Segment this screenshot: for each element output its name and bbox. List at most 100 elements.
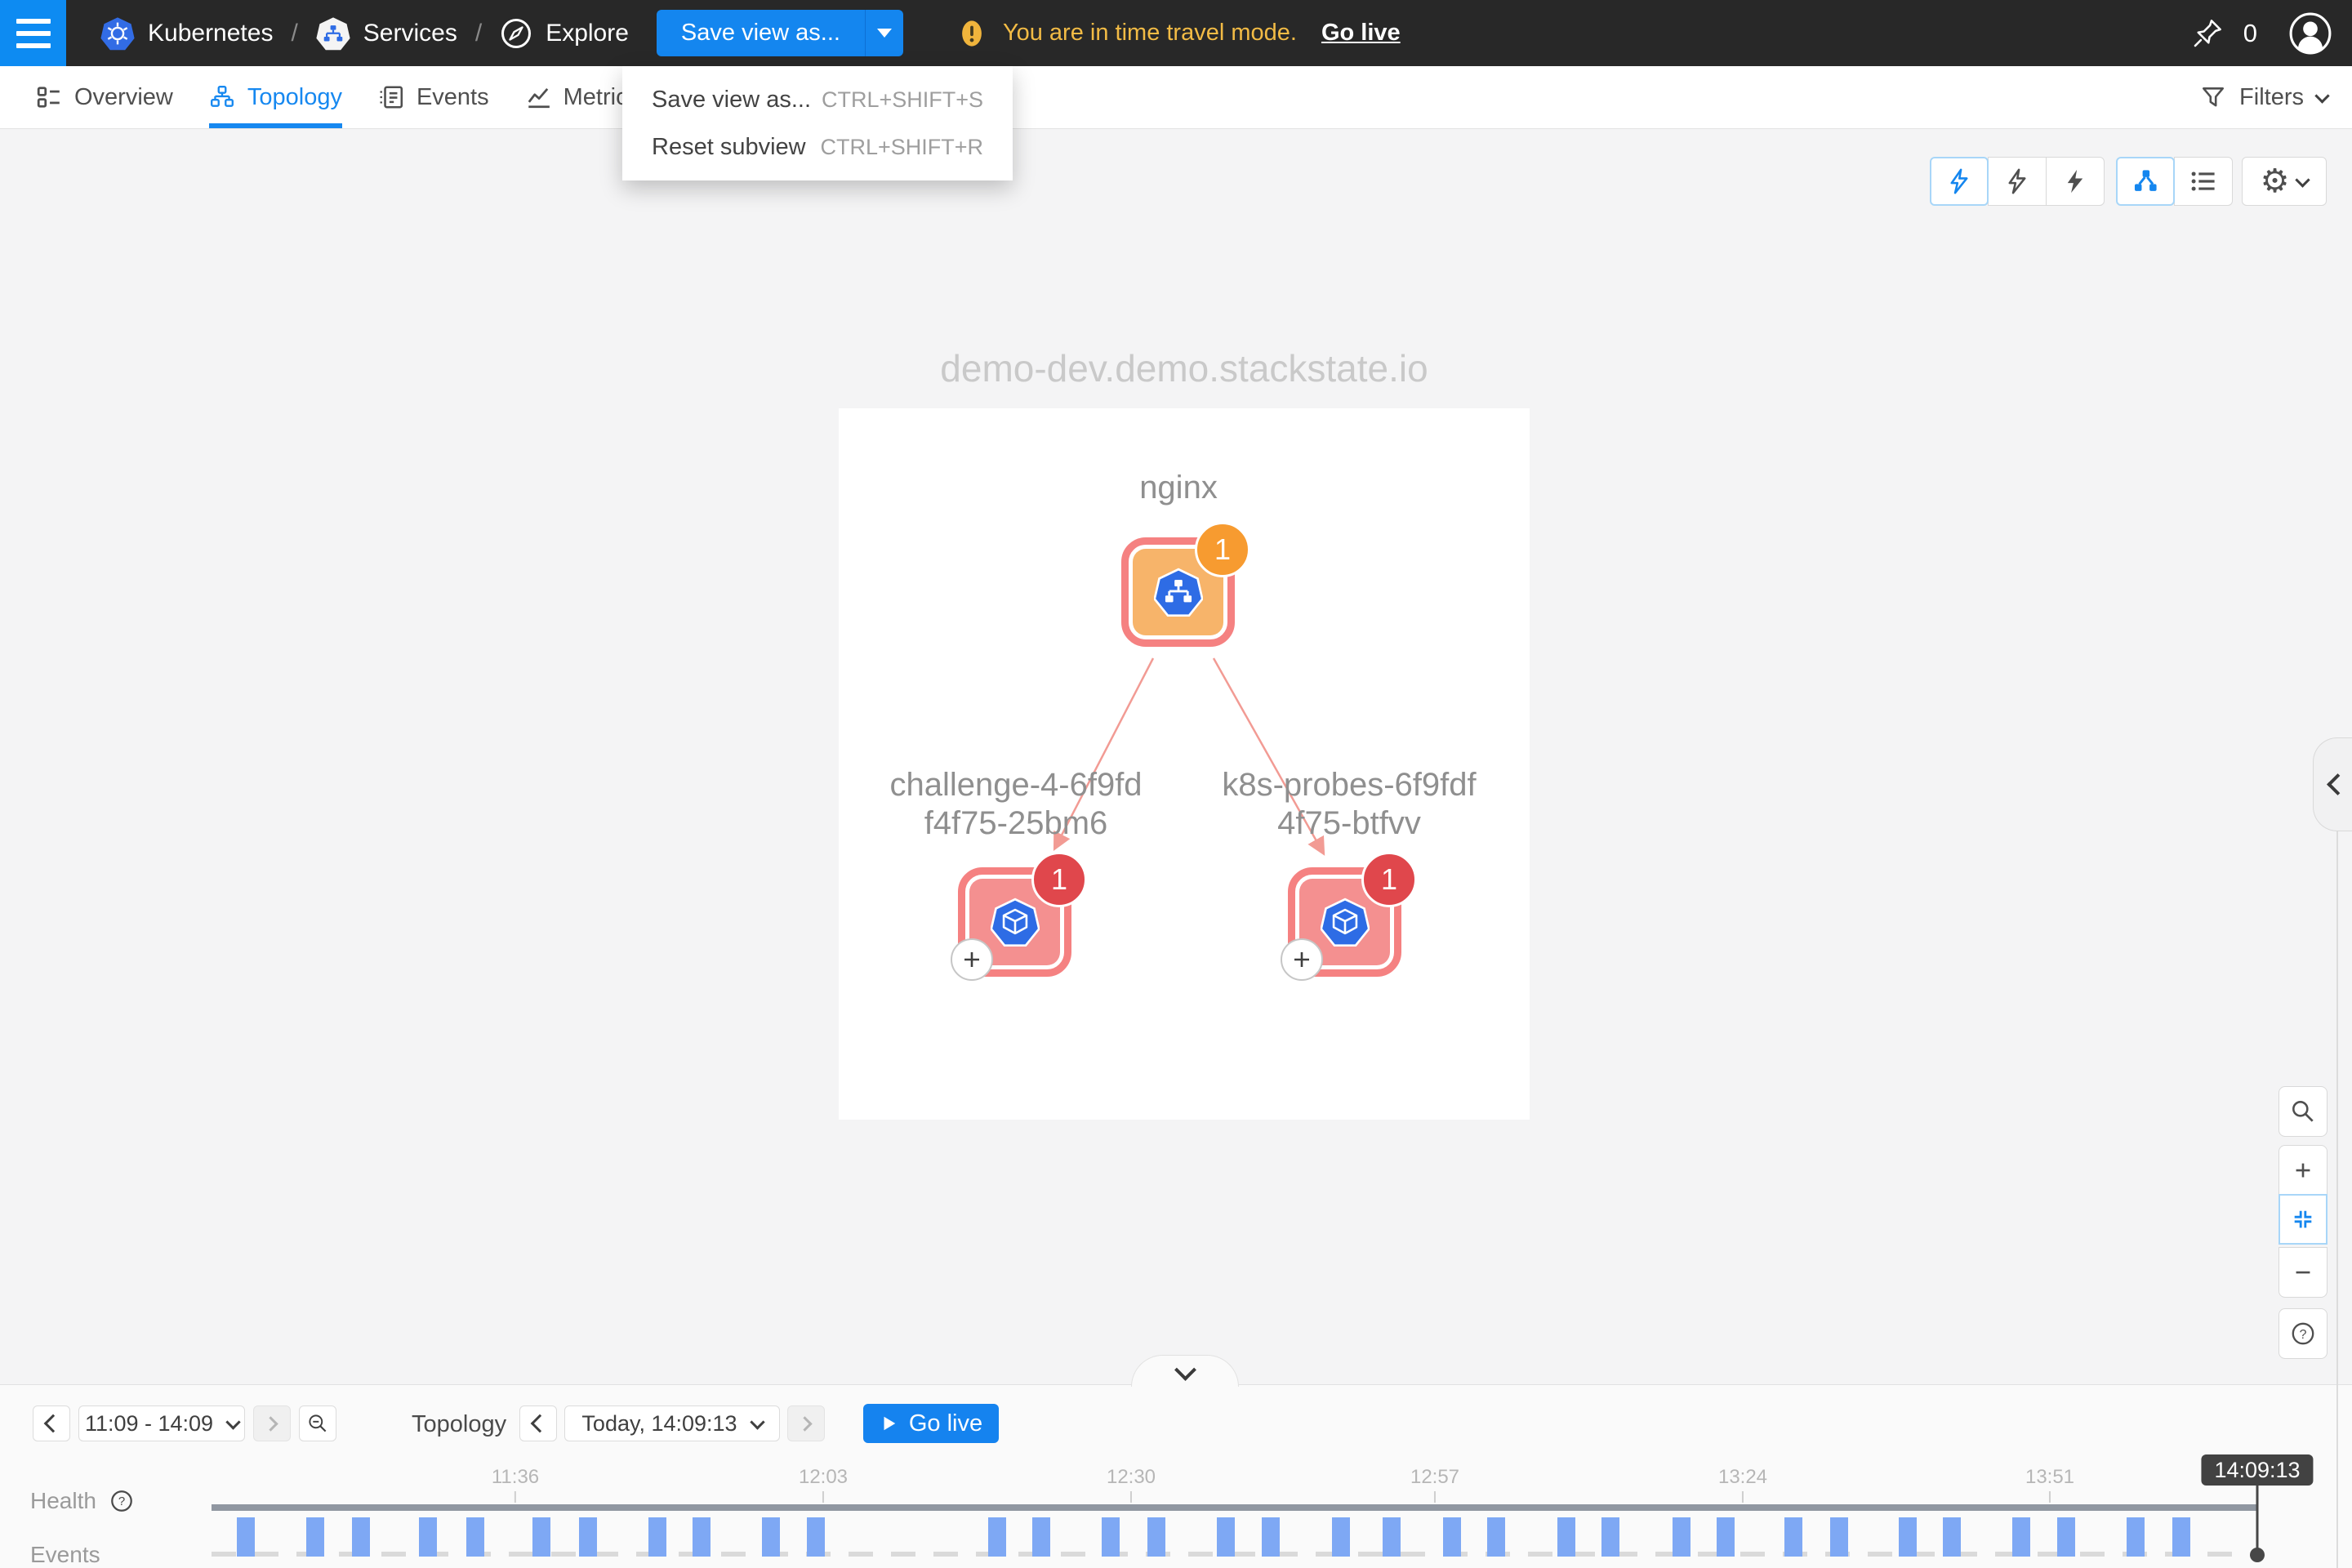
health-help-icon[interactable]: ? (109, 1489, 134, 1513)
event-bar[interactable] (648, 1517, 666, 1557)
expand-node-button[interactable] (1281, 938, 1323, 981)
save-view-as-button[interactable]: Save view as... (657, 10, 865, 56)
play-icon (880, 1414, 898, 1432)
menu-item-save-view-as[interactable]: Save view as... CTRL+SHIFT+S (622, 76, 1013, 123)
time-range-back-button[interactable] (33, 1405, 70, 1441)
event-bar[interactable] (1784, 1517, 1802, 1557)
critical-badge[interactable]: 1 (1361, 852, 1417, 907)
current-time-marker[interactable] (2256, 1483, 2259, 1555)
gear-icon: ⚙ (2261, 165, 2290, 198)
zoom-in-button[interactable] (2278, 1145, 2328, 1196)
graph-view-button[interactable] (2116, 157, 2175, 206)
snapshot-time-dropdown[interactable]: Today, 14:09:13 (564, 1405, 780, 1441)
event-bar[interactable] (1217, 1517, 1235, 1557)
event-bar[interactable] (1943, 1517, 1961, 1557)
event-bar[interactable] (466, 1517, 484, 1557)
current-time-marker-dot[interactable] (2250, 1548, 2265, 1562)
event-bar[interactable] (1332, 1517, 1350, 1557)
tab-label: Topology (247, 84, 342, 111)
go-live-link[interactable]: Go live (1321, 20, 1401, 47)
chevron-down-icon (2314, 88, 2329, 103)
filter-funnel-icon (2200, 84, 2226, 110)
event-bar[interactable] (306, 1517, 324, 1557)
event-bar[interactable] (1673, 1517, 1690, 1557)
critical-badge[interactable]: 1 (1031, 852, 1087, 907)
topology-canvas[interactable] (839, 408, 1530, 1120)
help-button[interactable]: ? (2278, 1308, 2328, 1359)
save-view-dropdown-menu: Save view as... CTRL+SHIFT+S Reset subvi… (622, 66, 1013, 180)
event-bar[interactable] (1899, 1517, 1917, 1557)
settings-button[interactable]: ⚙ (2242, 157, 2327, 206)
event-bar[interactable] (1102, 1517, 1120, 1557)
tab-overview[interactable]: Overview (36, 66, 173, 128)
filters-label: Filters (2239, 84, 2304, 111)
event-bar[interactable] (1032, 1517, 1050, 1557)
breadcrumb-item-kubernetes[interactable]: Kubernetes (100, 16, 273, 51)
top-bar: Kubernetes / Services / Explore Save vie… (0, 0, 2352, 66)
filters-button[interactable]: Filters (2200, 66, 2352, 128)
breadcrumb-item-explore[interactable]: Explore (500, 17, 629, 50)
fit-to-screen-button[interactable] (2278, 1194, 2328, 1245)
event-bar[interactable] (988, 1517, 1006, 1557)
time-range-dropdown[interactable]: 11:09 - 14:09 (78, 1405, 245, 1441)
event-bar[interactable] (419, 1517, 437, 1557)
zoom-out-button[interactable] (2278, 1247, 2328, 1298)
event-bar[interactable] (2172, 1517, 2190, 1557)
event-bar[interactable] (237, 1517, 255, 1557)
topology-icon (209, 84, 235, 110)
event-bar[interactable] (1717, 1517, 1735, 1557)
event-bar[interactable] (532, 1517, 550, 1557)
expand-node-button[interactable] (951, 938, 993, 981)
save-view-as-caret-button[interactable] (865, 10, 903, 56)
event-bar[interactable] (2127, 1517, 2145, 1557)
avatar[interactable] (2288, 11, 2332, 56)
axis-tick: 12:30 (1107, 1467, 1156, 1503)
node-challenge[interactable]: 1 (958, 867, 1071, 977)
health-bar[interactable] (212, 1504, 2257, 1511)
services-icon (316, 16, 350, 51)
overview-icon (36, 84, 62, 110)
bolt-outline-icon (2003, 167, 2031, 195)
hamburger-menu-button[interactable] (0, 0, 66, 66)
event-bar[interactable] (1601, 1517, 1619, 1557)
pin-icon[interactable] (2191, 17, 2224, 50)
snapshot-back-button[interactable] (519, 1405, 557, 1441)
event-bar[interactable] (2057, 1517, 2075, 1557)
event-bar[interactable] (1557, 1517, 1575, 1557)
event-bar[interactable] (693, 1517, 710, 1557)
tab-topology[interactable]: Topology (209, 66, 342, 128)
event-bar[interactable] (579, 1517, 597, 1557)
event-bar[interactable] (1262, 1517, 1280, 1557)
zoom-in-icon (2291, 1158, 2315, 1183)
tab-events[interactable]: Events (378, 66, 489, 128)
compass-icon (500, 17, 532, 50)
bolt-outline-button[interactable] (1988, 157, 2047, 206)
search-canvas-button[interactable] (2278, 1086, 2328, 1137)
node-nginx[interactable]: 1 (1121, 537, 1235, 647)
bolt-outline-blue-button[interactable] (1930, 157, 1989, 206)
menu-item-reset-subview[interactable]: Reset subview CTRL+SHIFT+R (622, 123, 1013, 171)
timeline-collapse-button[interactable] (1131, 1355, 1239, 1387)
event-bar[interactable] (807, 1517, 825, 1557)
breadcrumb-item-services[interactable]: Services (316, 16, 457, 51)
go-live-button[interactable]: Go live (863, 1404, 999, 1443)
snapshot-forward-button[interactable] (787, 1405, 825, 1441)
event-bar[interactable] (1147, 1517, 1165, 1557)
event-bar[interactable] (1830, 1517, 1848, 1557)
list-view-button[interactable] (2174, 157, 2233, 206)
bolt-filled-button[interactable] (2046, 157, 2105, 206)
breadcrumb: Kubernetes / Services / Explore (100, 16, 629, 51)
node-k8s-probes[interactable]: 1 (1288, 867, 1401, 977)
event-bar[interactable] (352, 1517, 370, 1557)
deviating-badge[interactable]: 1 (1195, 522, 1250, 577)
zoom-out-time-button[interactable] (299, 1405, 336, 1441)
pin-count: 0 (2243, 19, 2257, 48)
event-bar[interactable] (1487, 1517, 1505, 1557)
right-panel-expand-tab[interactable] (2313, 737, 2352, 831)
event-bar[interactable] (1383, 1517, 1401, 1557)
event-bar[interactable] (762, 1517, 780, 1557)
event-bar[interactable] (2012, 1517, 2030, 1557)
axis-tick-line (1742, 1491, 1744, 1503)
event-bar[interactable] (1443, 1517, 1461, 1557)
time-range-forward-button[interactable] (253, 1405, 291, 1441)
